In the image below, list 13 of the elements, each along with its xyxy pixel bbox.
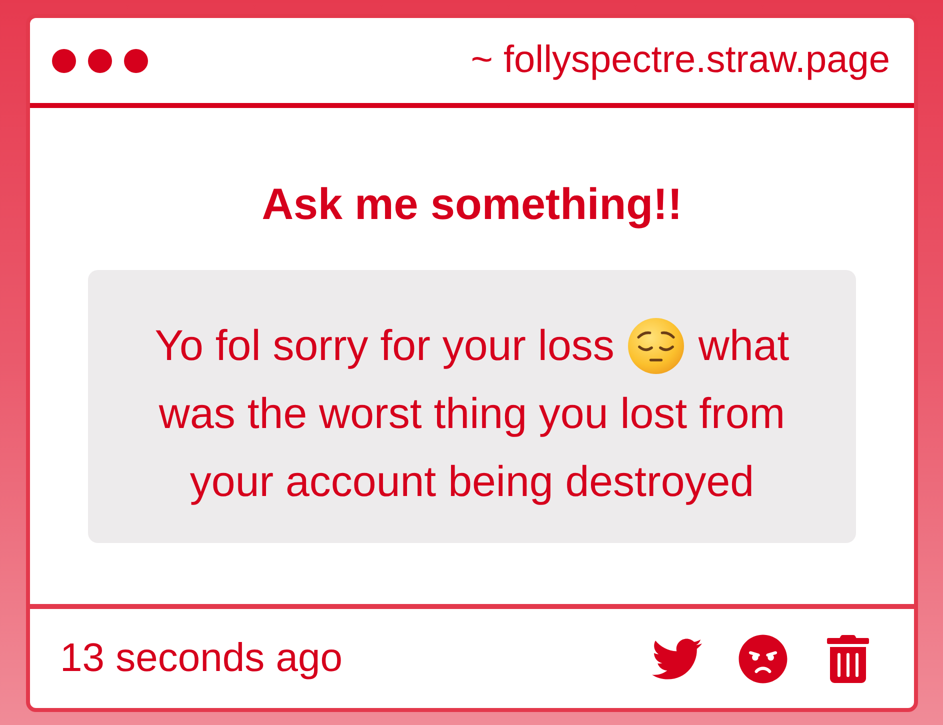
pensive-face-icon xyxy=(628,318,684,374)
question-text: your account being destroyed xyxy=(190,456,754,508)
window-dot-icon xyxy=(52,48,76,72)
window-dot-icon xyxy=(124,48,148,72)
window-dot-icon xyxy=(88,48,112,72)
angry-face-icon[interactable] xyxy=(738,634,788,684)
timestamp: 13 seconds ago xyxy=(60,636,342,681)
question-text: what xyxy=(698,320,790,372)
page-address: ~ follyspectre.straw.page xyxy=(470,39,890,82)
question-text: was the worst thing you lost from xyxy=(158,388,786,440)
prompt-title: Ask me something!! xyxy=(262,180,682,230)
question-text: Yo fol sorry for your loss xyxy=(154,320,614,372)
trash-icon[interactable] xyxy=(824,634,872,682)
